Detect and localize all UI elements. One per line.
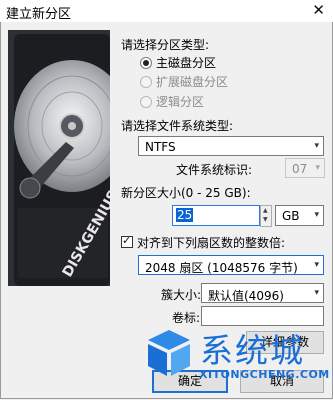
radio-extended-label: 扩展磁盘分区 [156, 75, 229, 89]
filesystem-select[interactable]: NTFS ▾ [138, 136, 324, 156]
watermark-text: 系统城 [200, 331, 305, 370]
radio-primary[interactable] [140, 57, 152, 69]
close-icon[interactable]: ✕ [312, 1, 325, 19]
size-input[interactable]: 25 [172, 205, 260, 226]
hdd-illustration: DISKGENIUS [8, 30, 110, 286]
radio-logical[interactable] [140, 96, 152, 108]
filesystem-id-select[interactable]: 07 ▾ [285, 158, 325, 178]
align-label[interactable]: 对齐到下列扇区数的整数倍: [137, 234, 285, 251]
spin-up-icon[interactable]: ▲ [263, 207, 268, 214]
size-value: 25 [176, 208, 194, 222]
align-value: 2048 扇区 (1048576 字节) [145, 261, 298, 275]
volume-input[interactable] [201, 306, 324, 326]
filesystem-id-label: 文件系统标识: [176, 163, 253, 177]
filesystem-label: 请选择文件系统类型: [121, 119, 234, 133]
align-checkbox[interactable] [121, 234, 133, 248]
radio-primary-label[interactable]: 主磁盘分区 [156, 54, 216, 71]
window-title: 建立新分区 [6, 7, 72, 22]
chevron-down-icon: ▾ [315, 163, 320, 173]
radio-extended[interactable] [140, 76, 152, 88]
cluster-value: 默认值(4096) [208, 289, 284, 303]
chevron-down-icon: ▾ [314, 141, 319, 151]
volume-label: 卷标: [172, 311, 201, 325]
watermark-logo-icon [148, 330, 190, 376]
chevron-down-icon: ▾ [314, 288, 319, 298]
radio-logical-label: 逻辑分区 [156, 95, 205, 109]
title-bar: 建立新分区 ✕ [0, 0, 333, 22]
partition-type-label: 请选择分区类型: [121, 38, 210, 52]
hard-disk-icon: DISKGENIUS [8, 30, 110, 286]
size-unit-value: GB [282, 209, 300, 223]
filesystem-value: NTFS [145, 140, 176, 154]
filesystem-id-value: 07 [292, 162, 308, 176]
watermark-url: XITONGCHENG.COM [199, 368, 330, 381]
align-select[interactable]: 2048 扇区 (1048576 字节) ▾ [138, 255, 324, 275]
chevron-down-icon: ▾ [314, 210, 319, 220]
size-label: 新分区大小(0 - 25 GB): [121, 186, 251, 200]
cluster-label: 簇大小: [161, 288, 202, 302]
spin-down-icon[interactable]: ▼ [263, 216, 268, 223]
cluster-select[interactable]: 默认值(4096) ▾ [201, 283, 324, 303]
size-spinner[interactable]: ▲ ▼ [260, 205, 272, 227]
size-unit-select[interactable]: GB ▾ [275, 205, 324, 226]
chevron-down-icon: ▾ [314, 260, 319, 270]
